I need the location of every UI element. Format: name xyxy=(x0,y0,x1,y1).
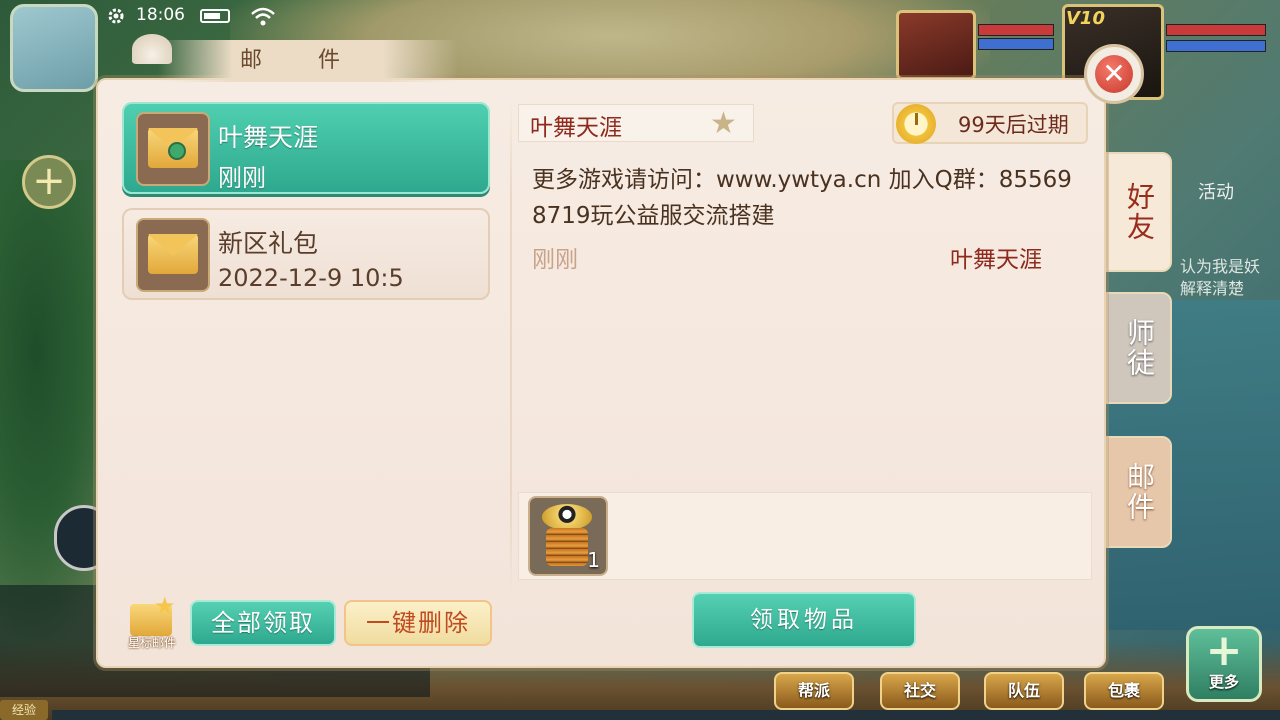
player-mp-bar xyxy=(1166,40,1266,52)
more-button[interactable]: + 更多 xyxy=(1186,626,1262,702)
mail-signature: 叶舞天涯 xyxy=(950,247,1042,273)
tab-mail[interactable]: 邮件 xyxy=(1106,436,1172,548)
tab-mentorship[interactable]: 师徒 xyxy=(1106,292,1172,404)
mail-time: 刚刚 xyxy=(218,164,266,192)
exp-label: 经验 xyxy=(0,700,48,720)
chat-snippet: 认为我是妖 解释清楚 xyxy=(1180,257,1261,298)
pet-hp-bar xyxy=(978,24,1054,36)
guild-button[interactable]: 帮派 xyxy=(774,672,854,710)
plus-icon: + xyxy=(1205,625,1243,676)
pet-portrait[interactable] xyxy=(896,10,976,80)
social-button[interactable]: 社交 xyxy=(880,672,960,710)
battery-icon xyxy=(200,9,230,23)
star-icon[interactable]: ★ xyxy=(710,106,737,141)
gear-icon[interactable] xyxy=(106,6,126,26)
add-icon[interactable]: + xyxy=(22,155,76,209)
mail-sender: 新区礼包 xyxy=(218,229,319,258)
close-button[interactable]: ✕ xyxy=(1084,44,1144,104)
starred-mail-label: 星标邮件 xyxy=(127,636,176,650)
claim-all-button[interactable]: 全部领取 xyxy=(190,600,336,646)
mail-sender: 叶舞天涯 xyxy=(218,123,319,152)
item-count: 1 xyxy=(587,548,600,572)
expire-text: 99天后过期 xyxy=(958,113,1069,137)
detail-sender: 叶舞天涯 xyxy=(530,115,622,141)
taiji-spring-item-icon xyxy=(542,504,592,530)
alarm-clock-icon xyxy=(896,104,936,144)
mail-body: 更多游戏请访问：www.ywtya.cn 加入Q群：855698719玩公益服交… xyxy=(532,167,1072,229)
attachment-item[interactable]: 1 xyxy=(528,496,608,576)
activity-label[interactable]: 活动 xyxy=(1198,178,1234,204)
mail-list-item[interactable]: 叶舞天涯 刚刚 xyxy=(122,102,490,194)
clock-time: 18:06 xyxy=(136,5,185,25)
vip-badge: V10 xyxy=(1066,8,1105,29)
starred-mail-button[interactable]: ★ 星标邮件 xyxy=(124,592,180,652)
claim-items-button[interactable]: 领取物品 xyxy=(692,592,916,648)
player-hp-bar xyxy=(1166,24,1266,36)
status-bar: 18:06 xyxy=(100,0,290,34)
wifi-icon xyxy=(251,7,275,26)
mail-time: 2022-12-9 10:5 xyxy=(218,264,404,292)
mail-detail-time: 刚刚 xyxy=(532,247,578,273)
team-button[interactable]: 队伍 xyxy=(984,672,1064,710)
envelope-open-icon xyxy=(136,218,210,292)
panel-title: 邮件 xyxy=(239,48,396,73)
pet-mp-bar xyxy=(978,38,1054,50)
panel-divider xyxy=(510,100,512,600)
envelope-sealed-icon xyxy=(136,112,210,186)
mail-list-item[interactable]: 新区礼包 2022-12-9 10:5 xyxy=(122,208,490,300)
star-icon: ★ xyxy=(154,592,176,620)
bag-button[interactable]: 包裹 xyxy=(1084,672,1164,710)
delete-all-button[interactable]: 一键删除 xyxy=(344,600,492,646)
tab-friends[interactable]: 好友 xyxy=(1106,152,1172,272)
map-button[interactable] xyxy=(10,4,98,92)
more-label: 更多 xyxy=(1208,673,1239,691)
exp-bar xyxy=(52,710,1280,720)
